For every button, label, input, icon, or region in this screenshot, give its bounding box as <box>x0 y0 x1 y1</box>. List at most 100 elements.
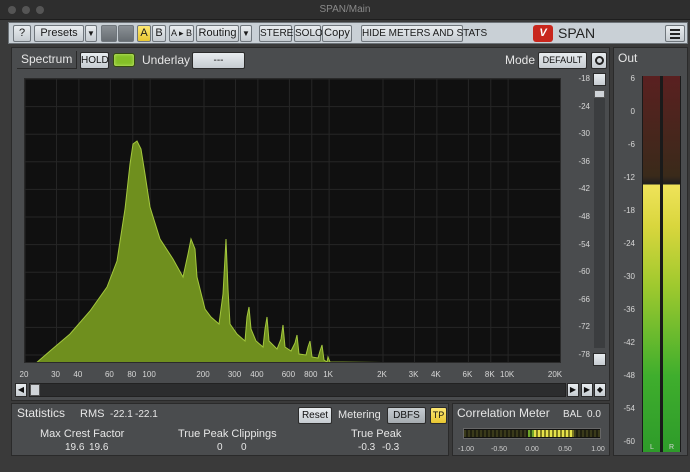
frequency-tick-label: 300 <box>227 370 242 379</box>
frequency-tick-label: 1K <box>323 370 334 379</box>
frequency-tick-label: 3K <box>408 370 419 379</box>
preset-a-button[interactable]: A <box>137 25 151 42</box>
mode-label: Mode <box>505 53 536 67</box>
right-channel-bar <box>663 76 680 452</box>
copy-a-to-b-button[interactable]: A ▸ B <box>169 25 194 42</box>
balance-value: 0.0 <box>587 409 601 420</box>
copy-button[interactable]: Copy <box>322 25 352 42</box>
toolbar: ? Presets ▼ A B A ▸ B Routing ▼ STEREO S… <box>8 22 688 44</box>
spectrum-plot[interactable] <box>24 78 561 363</box>
db-tick-label: -18 <box>578 74 590 83</box>
output-title: Out <box>618 51 638 65</box>
output-tick-label: -60 <box>623 437 635 446</box>
undo-button[interactable] <box>101 25 117 42</box>
frequency-tick-label: 60 <box>104 370 114 379</box>
vertical-scroll-thumb[interactable] <box>594 90 605 98</box>
stereo-button[interactable]: STEREO <box>259 25 301 42</box>
db-tick-label: -42 <box>578 184 590 194</box>
horizontal-scrollbar[interactable] <box>29 383 566 397</box>
db-tick-label: -60 <box>578 267 590 277</box>
correlation-panel: Correlation Meter BAL 0.0 -1.00 -0.50 0.00… <box>452 403 610 456</box>
clippings-right-value: 0 <box>241 442 247 453</box>
menu-icon <box>670 29 680 31</box>
reset-button[interactable]: Reset <box>298 407 332 424</box>
hold-toggle[interactable] <box>113 53 135 67</box>
frequency-tick-label: 600 <box>281 370 296 379</box>
routing-dropdown-button[interactable]: ▼ <box>240 25 252 42</box>
zoom-reset-button[interactable]: ◆ <box>594 383 606 397</box>
output-tick-label: -24 <box>623 239 635 248</box>
horizontal-scroll-thumb[interactable] <box>30 384 40 396</box>
underlay-select[interactable]: --- <box>192 52 245 69</box>
mode-select[interactable]: DEFAULT <box>538 52 587 69</box>
frequency-tick-label: 80 <box>127 370 137 379</box>
db-tick-label: -48 <box>578 212 590 221</box>
db-tick-label: -78 <box>578 350 590 359</box>
product-name: SPAN <box>558 25 596 41</box>
output-tick-label: -42 <box>623 338 635 347</box>
output-tick-label: -18 <box>623 206 635 215</box>
zoom-down-button[interactable] <box>593 353 606 366</box>
crest-left-value: 19.6 <box>65 442 85 453</box>
output-meter-panel: Out 6 0 -6 -12 -18 -24 -30 -36 -42 -48 -54 -60 L R <box>613 47 688 456</box>
frequency-tick-label: 400 <box>250 370 264 379</box>
spectrum-panel: Spectrum HOLD Underlay --- Mode DEFAULT … <box>11 47 610 401</box>
correlation-title: Correlation Meter <box>457 406 550 420</box>
left-channel-label: L <box>650 444 654 451</box>
gear-icon <box>595 56 604 65</box>
frequency-tick-label: 100 <box>142 370 156 379</box>
true-peak-left-value: -0.3 <box>358 442 376 453</box>
span-window: SPAN/Main ? Presets ▼ A B A ▸ B Routing … <box>0 0 690 472</box>
frequency-tick-label: 20K <box>547 370 563 379</box>
db-tick-label: -24 <box>578 101 590 111</box>
rms-label: RMS <box>80 408 105 420</box>
clippings-left-value: 0 <box>217 442 223 453</box>
voxengo-logo: V <box>533 25 553 42</box>
help-button[interactable]: ? <box>13 25 31 42</box>
correlation-bar <box>463 428 601 439</box>
underlay-label: Underlay <box>142 53 191 67</box>
title-bar: SPAN/Main <box>0 0 690 20</box>
frequency-tick-label: 10K <box>499 370 515 379</box>
hide-meters-button[interactable]: HIDE METERS AND STATS <box>361 25 487 42</box>
output-tick-label: -30 <box>623 272 635 281</box>
main-menu-button[interactable] <box>665 25 685 42</box>
db-tick-label: -54 <box>578 239 590 249</box>
metering-select[interactable]: DBFS <box>387 407 426 424</box>
correlation-tick-label: 1.00 <box>591 446 605 453</box>
frequency-tick-label: 200 <box>196 370 210 379</box>
frequency-tick-label: 2K <box>377 370 387 379</box>
output-tick-label: -6 <box>627 140 635 149</box>
left-channel-bar <box>643 76 660 452</box>
presets-dropdown-button[interactable]: ▼ <box>85 25 97 42</box>
preset-b-button[interactable]: B <box>152 25 166 42</box>
db-tick-label: -66 <box>578 294 590 304</box>
rms-left-value: -22.1 <box>110 409 133 420</box>
frequency-tick-label: 4K <box>430 370 441 379</box>
redo-button[interactable] <box>118 25 134 42</box>
output-tick-label: -12 <box>623 173 635 182</box>
hold-button[interactable]: HOLD <box>80 52 109 69</box>
true-peak-button[interactable]: TP <box>430 407 447 424</box>
frequency-tick-label: 20 <box>19 370 29 379</box>
db-tick-label: -30 <box>578 129 590 139</box>
scroll-left-button[interactable]: ◀ <box>15 383 27 397</box>
scroll-right-button[interactable]: ▶ <box>567 383 579 397</box>
zoom-in-button[interactable]: ▶ <box>581 383 593 397</box>
clippings-label: True Peak Clippings <box>178 428 277 440</box>
output-tick-label: 0 <box>630 107 635 116</box>
settings-button[interactable] <box>591 52 607 69</box>
correlation-tick-label: 0.00 <box>525 446 539 453</box>
presets-button[interactable]: Presets <box>34 25 84 42</box>
vertical-scroll-track[interactable] <box>594 90 605 348</box>
zoom-up-button[interactable] <box>593 73 606 86</box>
metering-label: Metering <box>338 409 381 421</box>
spectrum-title: Spectrum <box>17 51 78 69</box>
spectrum-fill <box>36 140 389 362</box>
routing-button[interactable]: Routing <box>196 25 239 42</box>
solo-button[interactable]: SOLO <box>294 25 323 42</box>
frequency-tick-label: 30 <box>51 370 60 379</box>
output-tick-label: -48 <box>623 371 635 380</box>
statistics-title: Statistics <box>17 406 66 420</box>
correlation-tick-label: 0.50 <box>558 446 572 453</box>
